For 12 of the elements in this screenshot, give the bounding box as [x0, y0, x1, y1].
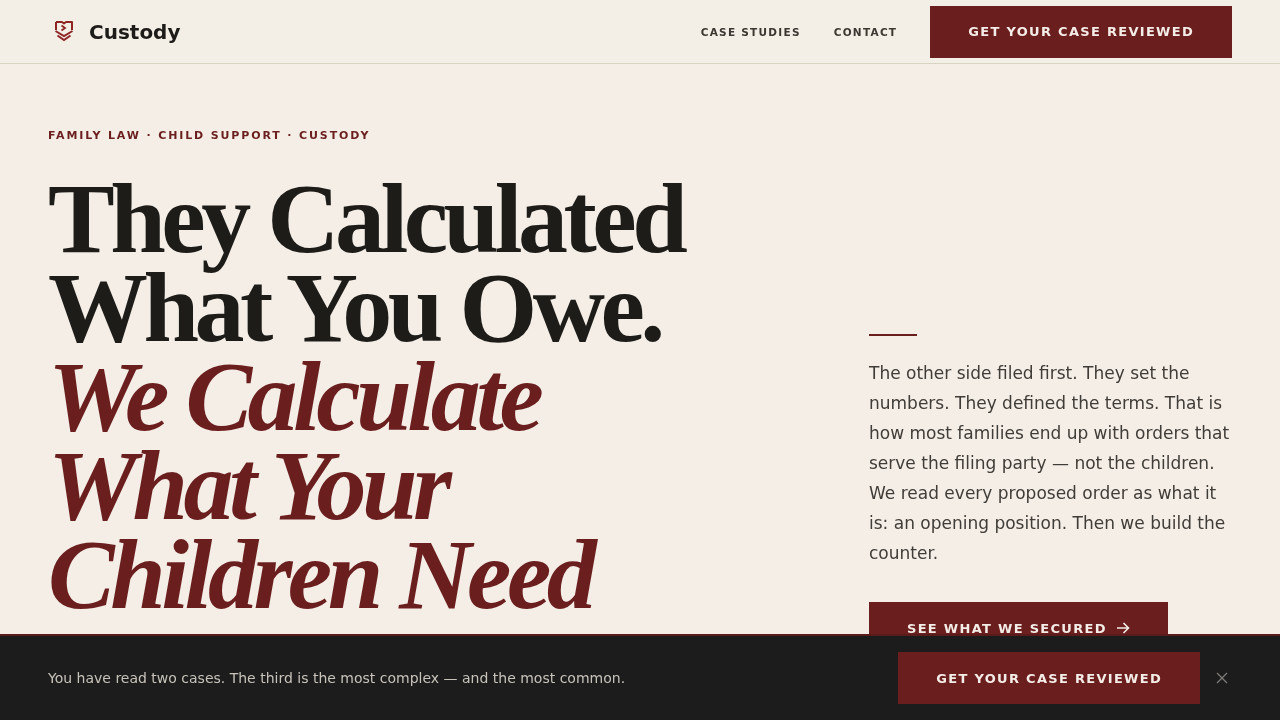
toast-message: You have read two cases. The third is the most complex — and the most common. — [48, 670, 626, 686]
close-icon — [1216, 672, 1228, 684]
review-case-button[interactable]: GET YOUR CASE REVIEWED — [898, 652, 1200, 704]
arrow-right-icon — [1116, 622, 1130, 634]
review-case-button[interactable]: GET YOUR CASE REVIEWED — [930, 5, 1232, 58]
shield-logo-icon — [54, 21, 74, 42]
hero-headline: They Calculated What You Owe. We Calculate What Your Children Need — [48, 174, 685, 619]
brand-name[interactable]: Custody — [89, 19, 181, 44]
nav-link[interactable]: CASE STUDIES — [700, 25, 801, 38]
hero-paragraph: The other side filed first. They set the numbers. They defined the terms. That is how most families end up with orders that serve the filing party — not the children. We read every proposed order as what it is: an opening position. Then we build the counter. — [869, 362, 1231, 565]
nav-link[interactable]: CONTACT — [833, 25, 898, 38]
eyebrow-label: FAMILY LAW · CHILD SUPPORT · CUSTODY — [48, 128, 371, 144]
